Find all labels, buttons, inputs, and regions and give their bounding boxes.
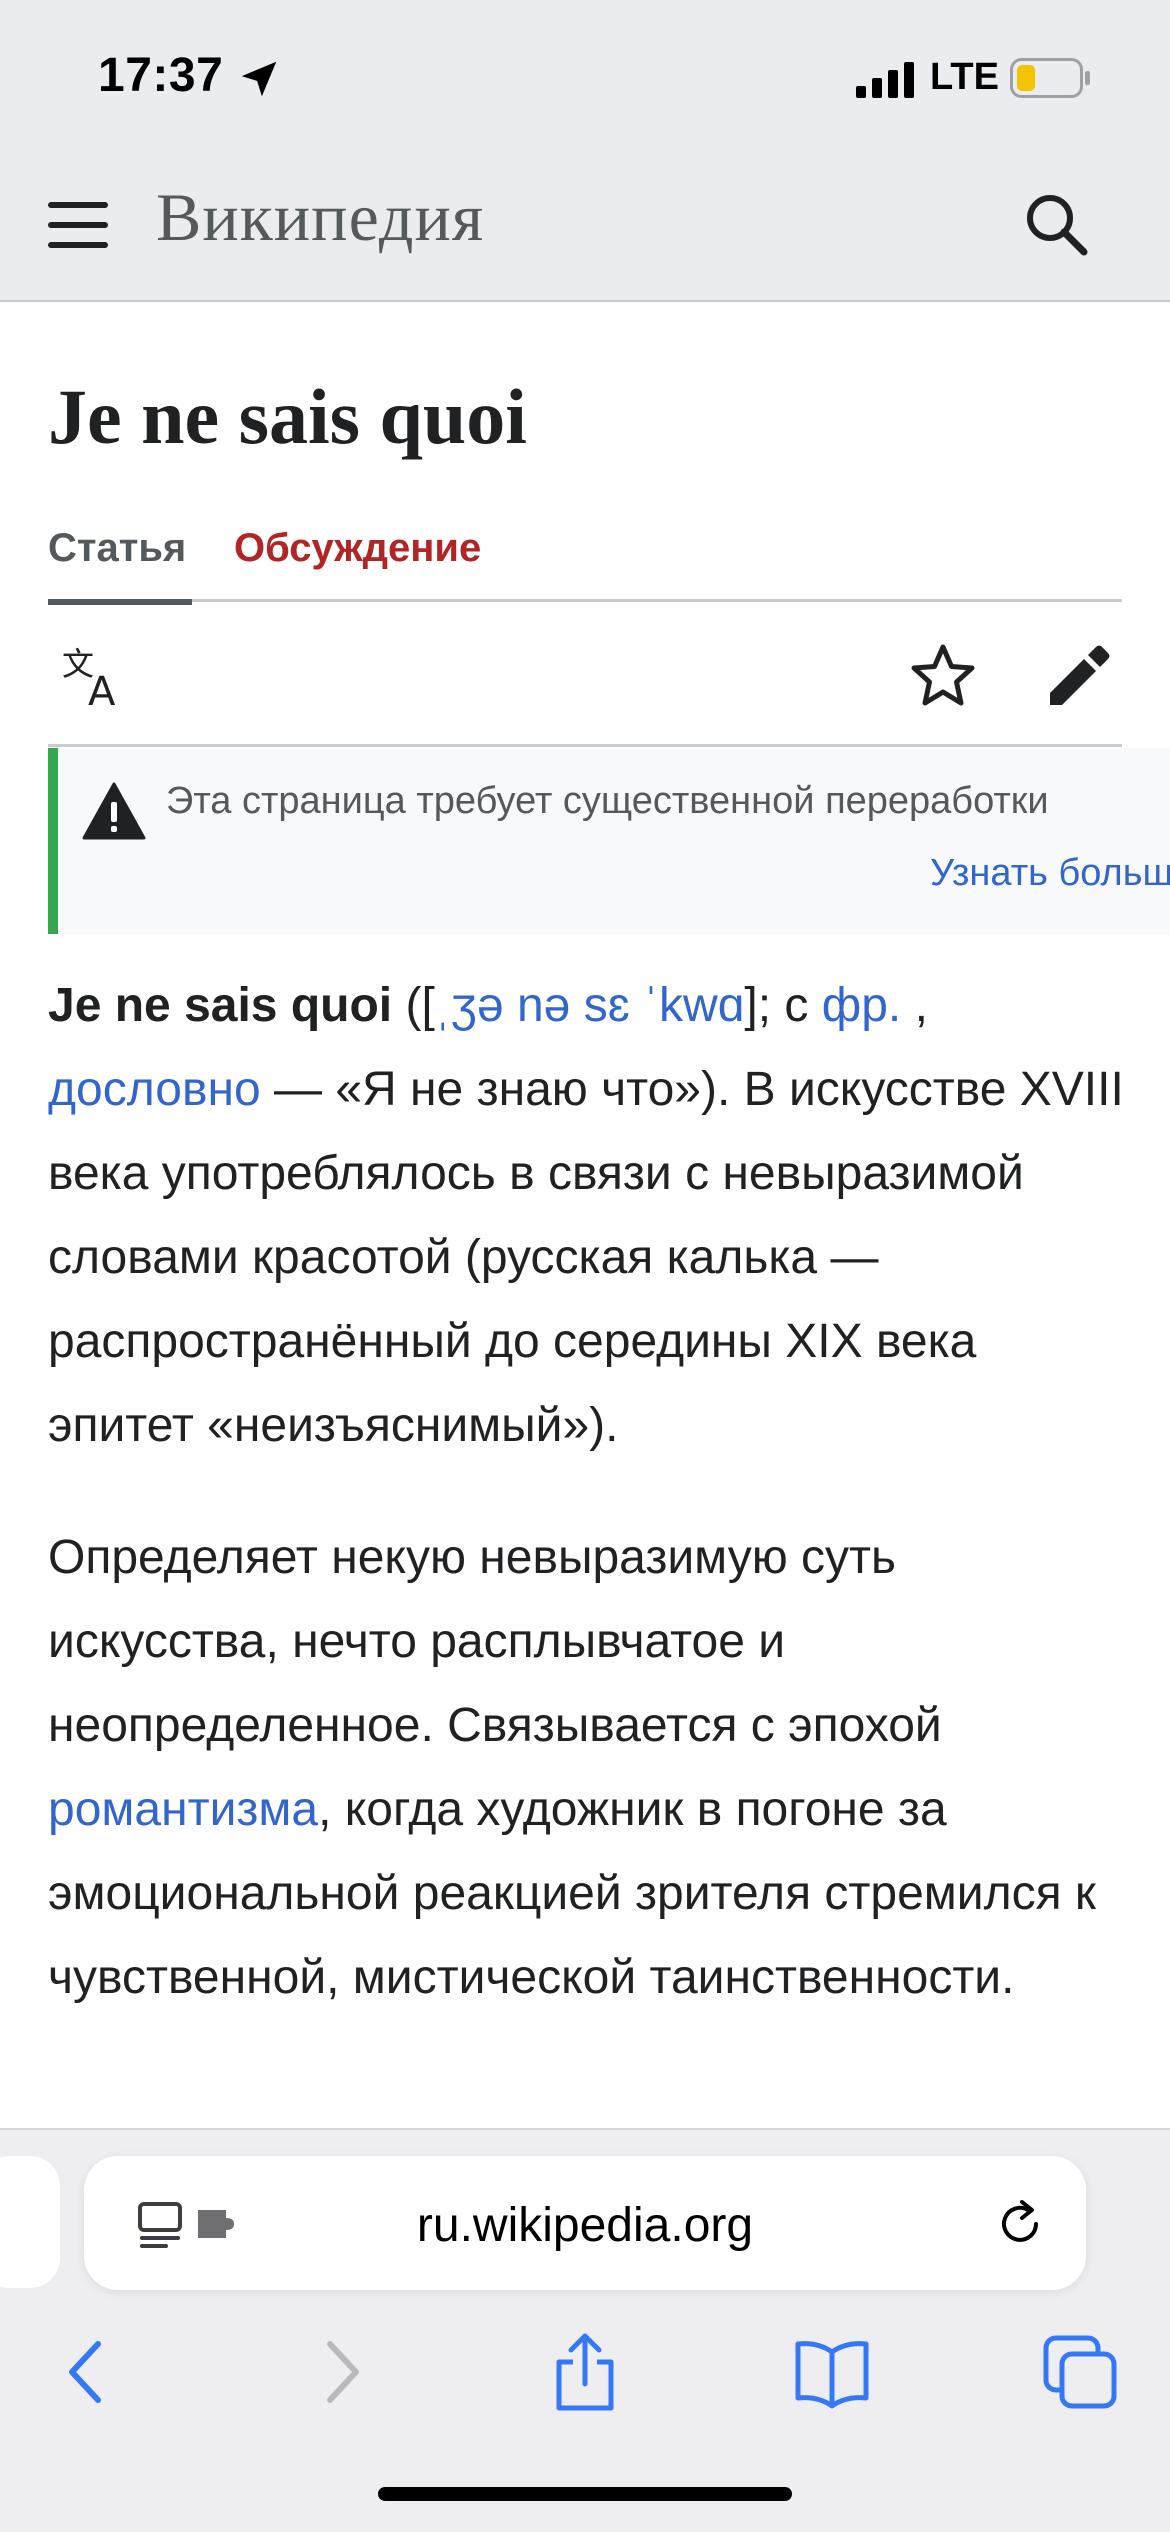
article-tabs: Статья Обсуждение [48, 520, 1122, 605]
previous-tab-peek[interactable] [0, 2156, 60, 2288]
notice-text: Эта страница требует существенной перера… [166, 780, 1049, 822]
battery-low-icon [1010, 58, 1090, 98]
status-bar: 17:37 LTE [0, 0, 1170, 142]
paragraph-2: Определяет некую невыразимую суть искусс… [48, 1531, 1096, 2004]
reload-icon[interactable] [994, 2198, 1046, 2250]
url-text: ru.wikipedia.org [416, 2199, 754, 2252]
paragraph-1: Je ne sais quoi ([ˌʒə nə sɛ ˈkwɑ]; с фр.… [48, 979, 1124, 1452]
wiki-header: Википедия [0, 142, 1170, 302]
address-bar[interactable]: ru.wikipedia.org [84, 2156, 1086, 2290]
star-icon[interactable] [908, 641, 978, 711]
maintenance-notice[interactable]: Эта страница требует существенной перера… [48, 748, 1170, 934]
forward-icon[interactable] [300, 2332, 380, 2412]
share-icon[interactable] [545, 2332, 625, 2412]
page-title: Je ne sais quoi [48, 373, 527, 460]
tabs-icon[interactable] [1040, 2332, 1120, 2412]
article-content: Je ne sais quoi ([ˌʒə nə sɛ ˈkwɑ]; с фр.… [48, 964, 1128, 2068]
location-arrow-icon [241, 61, 277, 97]
ipa-link[interactable]: ˌʒə nə sɛ ˈkwɑ [435, 979, 745, 1032]
menu-icon[interactable] [48, 200, 108, 250]
french-link[interactable]: фр. [822, 979, 902, 1032]
tab-talk[interactable]: Обсуждение [234, 526, 481, 571]
svg-text:A: A [88, 669, 116, 709]
warning-icon [82, 782, 146, 840]
page-actions: 文 A [48, 605, 1122, 747]
browser-bottom-bar: ru.wikipedia.org [0, 2128, 1170, 2532]
back-icon[interactable] [48, 2332, 128, 2412]
literally-link[interactable]: дословно [48, 1063, 261, 1116]
wikipedia-wordmark[interactable]: Википедия [156, 178, 484, 257]
home-indicator[interactable] [378, 2487, 792, 2501]
romanticism-link[interactable]: романтизма [48, 1783, 318, 1836]
search-icon[interactable] [1020, 188, 1094, 262]
lead-term: Je ne sais quoi [48, 979, 393, 1032]
bookmarks-icon[interactable] [792, 2332, 872, 2412]
status-time: 17:37 [98, 49, 224, 102]
notice-learn-more-link[interactable]: Узнать больше [930, 852, 1170, 895]
edit-pencil-icon[interactable] [1042, 641, 1112, 711]
language-icon[interactable]: 文 A [62, 645, 132, 709]
browser-toolbar [0, 2320, 1170, 2440]
tab-article[interactable]: Статья [48, 526, 192, 605]
network-type: LTE [930, 56, 999, 98]
signal-bars-icon [856, 62, 914, 98]
